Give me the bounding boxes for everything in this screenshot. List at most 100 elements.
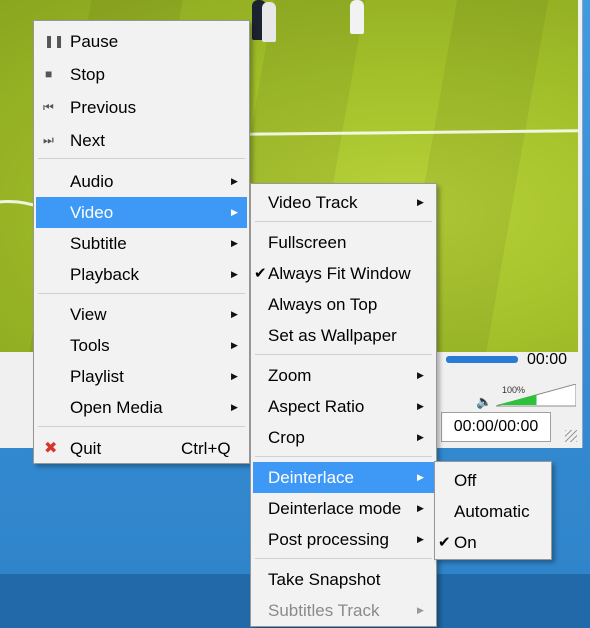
menu-item-label: Next bbox=[70, 131, 105, 150]
menu-item-video[interactable]: Video ▶ bbox=[36, 197, 247, 228]
previous-icon: ⏮ bbox=[43, 100, 54, 114]
menu-item-post-processing[interactable]: Post processing ▶ bbox=[253, 524, 434, 555]
player-figure bbox=[262, 2, 276, 42]
menu-item-label: Subtitles Track bbox=[268, 601, 380, 620]
submenu-arrow-icon: ▶ bbox=[417, 605, 424, 615]
submenu-arrow-icon: ▶ bbox=[231, 238, 238, 248]
volume-level-fill bbox=[497, 394, 537, 405]
menu-item-automatic[interactable]: Automatic bbox=[437, 496, 549, 527]
checkmark-icon: ✔ bbox=[254, 265, 267, 282]
submenu-arrow-icon: ▶ bbox=[231, 309, 238, 319]
menu-item-subtitle[interactable]: Subtitle ▶ bbox=[36, 228, 247, 259]
menu-item-always-on-top[interactable]: Always on Top bbox=[253, 289, 434, 320]
menu-item-label: Video Track bbox=[268, 193, 358, 212]
menu-item-take-snapshot[interactable]: Take Snapshot bbox=[253, 564, 434, 595]
menu-item-crop[interactable]: Crop ▶ bbox=[253, 422, 434, 453]
submenu-arrow-icon: ▶ bbox=[417, 370, 424, 380]
volume-percent: 100% bbox=[502, 385, 526, 395]
menu-separator bbox=[255, 354, 432, 355]
menu-item-subtitles-track: Subtitles Track ▶ bbox=[253, 595, 434, 626]
checkmark-icon: ✔ bbox=[438, 534, 451, 551]
submenu-arrow-icon: ▶ bbox=[231, 269, 238, 279]
submenu-arrow-icon: ▶ bbox=[231, 371, 238, 381]
elapsed-time: 00:00 bbox=[527, 351, 568, 368]
menu-item-view[interactable]: View ▶ bbox=[36, 299, 247, 330]
menu-item-label: Pause bbox=[70, 32, 119, 51]
menu-item-deinterlace[interactable]: Deinterlace ▶ bbox=[253, 462, 434, 493]
menu-item-label: Crop bbox=[268, 428, 305, 447]
menu-item-next[interactable]: ⏭ Next bbox=[36, 125, 247, 156]
seek-slider[interactable] bbox=[446, 356, 518, 363]
video-submenu: Video Track ▶ Fullscreen ✔ Always Fit Wi… bbox=[250, 183, 437, 627]
menu-separator bbox=[255, 456, 432, 457]
menu-item-shortcut: Ctrl+Q bbox=[181, 439, 231, 458]
menu-item-label: Tools bbox=[70, 336, 110, 355]
menu-item-label: Deinterlace mode bbox=[268, 499, 402, 518]
menu-item-tools[interactable]: Tools ▶ bbox=[36, 330, 247, 361]
menu-item-label: Open Media bbox=[70, 398, 163, 417]
menu-item-deinterlace-mode[interactable]: Deinterlace mode ▶ bbox=[253, 493, 434, 524]
menu-item-video-track[interactable]: Video Track ▶ bbox=[253, 187, 434, 218]
menu-item-label: Deinterlace bbox=[268, 468, 354, 487]
pause-icon: ❚❚ bbox=[44, 34, 65, 48]
menu-item-label: Automatic bbox=[454, 502, 530, 521]
menu-item-label: Audio bbox=[70, 172, 114, 191]
menu-item-label: Playlist bbox=[70, 367, 124, 386]
menu-item-audio[interactable]: Audio ▶ bbox=[36, 166, 247, 197]
menu-item-aspect-ratio[interactable]: Aspect Ratio ▶ bbox=[253, 391, 434, 422]
menu-item-label: Aspect Ratio bbox=[268, 397, 365, 416]
menu-item-label: Always on Top bbox=[268, 295, 378, 314]
menu-item-label: Take Snapshot bbox=[268, 570, 381, 589]
submenu-arrow-icon: ▶ bbox=[417, 432, 424, 442]
menu-item-label: View bbox=[70, 305, 107, 324]
menu-item-label: Quit bbox=[70, 439, 102, 458]
quit-icon: ✖ bbox=[44, 440, 58, 457]
next-icon: ⏭ bbox=[43, 133, 54, 147]
menu-item-stop[interactable]: ■ Stop bbox=[36, 59, 247, 90]
player-figure bbox=[350, 0, 364, 34]
submenu-arrow-icon: ▶ bbox=[417, 503, 424, 513]
menu-separator bbox=[255, 221, 432, 222]
menu-item-set-as-wallpaper[interactable]: Set as Wallpaper bbox=[253, 320, 434, 351]
menu-item-open-media[interactable]: Open Media ▶ bbox=[36, 392, 247, 423]
menu-item-label: Stop bbox=[70, 65, 105, 84]
submenu-arrow-icon: ▶ bbox=[417, 534, 424, 544]
resize-grip[interactable] bbox=[565, 430, 577, 442]
menu-item-on[interactable]: ✔ On bbox=[437, 527, 549, 558]
menu-item-previous[interactable]: ⏮ Previous bbox=[36, 92, 247, 123]
menu-item-always-fit-window[interactable]: ✔ Always Fit Window bbox=[253, 258, 434, 289]
menu-item-off[interactable]: Off bbox=[437, 465, 549, 496]
menu-item-label: Fullscreen bbox=[268, 233, 347, 252]
menu-item-label: Set as Wallpaper bbox=[268, 326, 397, 345]
submenu-arrow-icon: ▶ bbox=[231, 176, 238, 186]
submenu-arrow-icon: ▶ bbox=[231, 340, 238, 350]
menu-item-label: Always Fit Window bbox=[268, 264, 411, 283]
menu-item-label: Subtitle bbox=[70, 234, 127, 253]
stop-icon: ■ bbox=[45, 67, 53, 81]
menu-item-label: On bbox=[454, 533, 477, 552]
menu-item-fullscreen[interactable]: Fullscreen bbox=[253, 227, 434, 258]
submenu-arrow-icon: ▶ bbox=[417, 472, 424, 482]
deinterlace-submenu: Off Automatic ✔ On bbox=[434, 461, 552, 560]
menu-item-label: Post processing bbox=[268, 530, 389, 549]
menu-separator bbox=[255, 558, 432, 559]
speaker-icon[interactable]: 🔈 bbox=[476, 394, 492, 409]
menu-item-pause[interactable]: ❚❚ Pause bbox=[36, 26, 247, 57]
menu-item-label: Off bbox=[454, 471, 477, 490]
menu-item-label: Video bbox=[70, 203, 114, 222]
submenu-arrow-icon: ▶ bbox=[417, 197, 424, 207]
submenu-arrow-icon: ▶ bbox=[231, 402, 238, 412]
menu-separator bbox=[38, 426, 245, 427]
context-menu: ❚❚ Pause ■ Stop ⏮ Previous ⏭ Next Audio … bbox=[33, 20, 250, 464]
menu-separator bbox=[38, 293, 245, 294]
menu-item-playback[interactable]: Playback ▶ bbox=[36, 259, 247, 290]
menu-item-playlist[interactable]: Playlist ▶ bbox=[36, 361, 247, 392]
submenu-arrow-icon: ▶ bbox=[417, 401, 424, 411]
menu-item-label: Playback bbox=[70, 265, 139, 284]
submenu-arrow-icon: ▶ bbox=[231, 207, 238, 217]
time-display: 00:00/00:00 bbox=[441, 412, 551, 442]
menu-item-label: Zoom bbox=[268, 366, 312, 385]
menu-separator bbox=[38, 158, 245, 159]
menu-item-quit[interactable]: ✖ Quit Ctrl+Q bbox=[36, 433, 247, 464]
menu-item-zoom[interactable]: Zoom ▶ bbox=[253, 360, 434, 391]
